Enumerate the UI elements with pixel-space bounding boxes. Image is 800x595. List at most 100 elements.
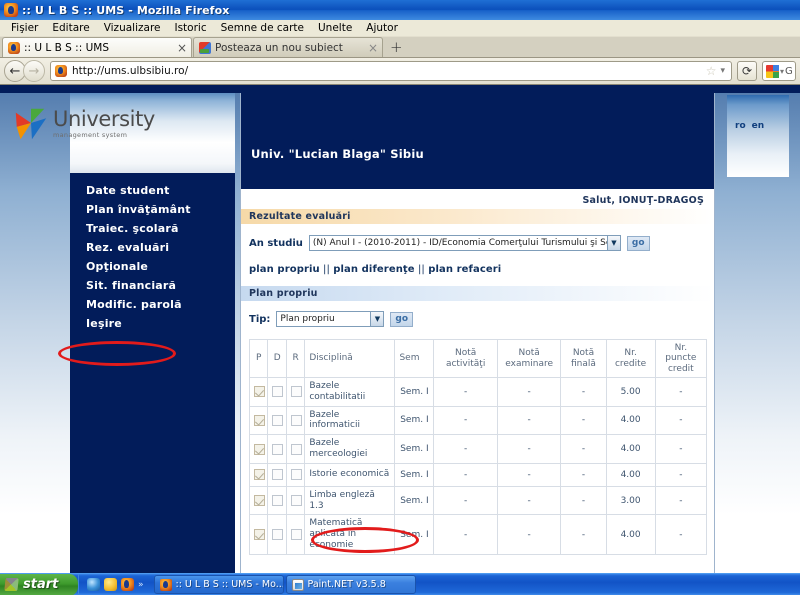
chevron-right-icon[interactable]: » (138, 580, 144, 590)
sidebar-item-sit-financiara[interactable]: Sit. financiară (70, 276, 235, 295)
menu-item-semne-de-carte[interactable]: Semne de carte (214, 21, 311, 35)
col-header-nota-examinare: Notă examinare (496, 338, 562, 379)
checkbox-r[interactable] (290, 443, 302, 455)
menu-item-vizualizare[interactable]: Vizualizare (97, 21, 168, 35)
cell-nr-credite: 3.00 (605, 485, 656, 516)
menu-item-unelte[interactable]: Unelte (311, 21, 359, 35)
table-row: Limba engleză 1.3 Sem. I - - -3.00- (248, 485, 708, 516)
smiley-icon[interactable] (104, 578, 117, 591)
table-row: Bazele informaticii Sem. I - - -4.00- (248, 405, 708, 436)
forward-arrow-icon[interactable]: → (23, 60, 45, 82)
checkbox-cell-p (248, 514, 269, 555)
col-header-nr-puncte-credit: Nr. puncte credit (654, 338, 708, 379)
col-header-nota-finala: Notă finală (560, 338, 607, 379)
table-header-row: P D R Disciplină Sem Notă activităţi Not… (248, 338, 708, 379)
checkbox-cell-r (285, 462, 306, 487)
cell-nr-credite: 4.00 (605, 462, 656, 487)
internet-explorer-icon[interactable] (87, 578, 100, 591)
sidebar-item-traiec-scolara[interactable]: Traiec. şcolară (70, 219, 235, 238)
tab-ulbs-ums[interactable]: :: U L B S :: UMS × (2, 37, 192, 57)
checkbox-p[interactable] (254, 414, 265, 426)
chevron-down-icon[interactable]: ▾ (780, 67, 784, 76)
checkbox-p[interactable] (254, 529, 265, 541)
tip-go-button[interactable]: go (390, 311, 414, 327)
checkbox-cell-p (248, 434, 269, 464)
cell-disciplina: Bazele contabilitatii (304, 377, 396, 407)
an-studiu-row: An studiu (N) Anul I - (2010-2011) - ID/… (241, 224, 714, 251)
checkbox-p[interactable] (254, 386, 265, 398)
chevron-down-icon[interactable]: ▼ (606, 236, 620, 250)
google-icon (766, 64, 779, 78)
taskbar-button-firefox[interactable]: :: U L B S :: UMS - Mo... (153, 575, 284, 594)
plan-links: plan propriu || plan diferenţe || plan r… (241, 251, 714, 286)
cell-nota-activitati: - (433, 514, 498, 555)
checkbox-d[interactable] (272, 414, 284, 426)
link-plan-diferente[interactable]: plan diferenţe (333, 264, 414, 275)
checkbox-d[interactable] (272, 495, 284, 507)
cell-nota-activitati: - (433, 405, 498, 436)
new-tab-button[interactable]: + (383, 37, 410, 57)
lang-link-ro[interactable]: ro (735, 121, 746, 131)
checkbox-cell-r (285, 405, 306, 436)
menu-item-ajutor[interactable]: Ajutor (359, 21, 405, 35)
cell-nota-activitati: - (433, 434, 498, 464)
col-header-d: D (267, 338, 287, 379)
taskbar-button-paintnet[interactable]: Paint.NET v3.5.8 (285, 575, 416, 594)
an-studiu-select[interactable]: (N) Anul I - (2010-2011) - ID/Economia C… (308, 235, 621, 251)
close-icon[interactable]: × (177, 42, 187, 54)
menubar: Fişier Editare Vizualizare Istoric Semne… (0, 20, 800, 37)
cell-nota-finala: - (560, 405, 607, 436)
tab-label: :: U L B S :: UMS (24, 41, 109, 54)
address-bar[interactable]: http://ums.ulbsibiu.ro/ ☆ ▾ (50, 61, 732, 81)
checkbox-r[interactable] (290, 529, 302, 541)
menu-item-editare[interactable]: Editare (45, 21, 96, 35)
checkbox-p[interactable] (254, 469, 265, 481)
sidebar-item-optionale[interactable]: Opţionale (70, 257, 235, 276)
checkbox-r[interactable] (290, 414, 302, 426)
language-links: ro en (735, 121, 770, 131)
checkbox-d[interactable] (272, 469, 284, 481)
chevron-down-icon[interactable]: ▼ (370, 312, 384, 326)
reload-icon[interactable]: ⟳ (737, 61, 757, 81)
menu-item-fisier[interactable]: Fişier (4, 21, 45, 35)
checkbox-d[interactable] (272, 386, 284, 398)
checkbox-r[interactable] (290, 495, 302, 507)
close-icon[interactable]: × (368, 42, 378, 54)
link-plan-propriu[interactable]: plan propriu (249, 264, 320, 275)
university-name: Univ. "Lucian Blaga" Sibiu (251, 147, 424, 161)
logo-title: University (53, 107, 155, 131)
cell-nr-puncte-credit: - (654, 434, 708, 464)
sidebar-item-modific-parola[interactable]: Modific. parolă (70, 295, 235, 314)
checkbox-r[interactable] (290, 386, 302, 398)
cell-nr-puncte-credit: - (654, 514, 708, 555)
checkbox-d[interactable] (272, 529, 284, 541)
logo-text: University management system (53, 107, 155, 140)
menu-item-istoric[interactable]: Istoric (167, 21, 213, 35)
firefox-icon[interactable] (121, 578, 134, 591)
search-input[interactable]: ▾ G (762, 61, 796, 81)
checkbox-p[interactable] (254, 495, 265, 507)
an-studiu-go-button[interactable]: go (626, 235, 650, 251)
cell-nota-examinare: - (496, 434, 562, 464)
forum-favicon-icon (199, 41, 211, 54)
sidebar-item-plan-invatamant[interactable]: Plan învăţământ (70, 200, 235, 219)
start-button[interactable]: start (0, 573, 78, 595)
checkbox-p[interactable] (254, 443, 265, 455)
cell-nota-examinare: - (496, 514, 562, 555)
checkbox-cell-p (248, 405, 269, 436)
sidebar-item-iesire[interactable]: Ieşire (70, 314, 235, 333)
bookmark-star-icon[interactable]: ☆ (706, 64, 719, 78)
cell-nota-examinare: - (496, 377, 562, 407)
tip-select[interactable]: Plan propriu ▼ (276, 311, 385, 327)
tab-posteaza-un-nou-subiect[interactable]: Posteaza un nou subiect × (193, 37, 383, 57)
cell-nota-examinare: - (496, 485, 562, 516)
checkbox-cell-p (248, 485, 269, 516)
checkbox-d[interactable] (272, 443, 284, 455)
sidebar-item-date-student[interactable]: Date student (70, 181, 235, 200)
sidebar-item-rez-evaluari[interactable]: Rez. evaluări (70, 238, 235, 257)
chevron-down-icon[interactable]: ▾ (718, 66, 727, 76)
lang-link-en[interactable]: en (752, 121, 765, 131)
university-pinwheel-icon (12, 105, 50, 143)
link-plan-refaceri[interactable]: plan refaceri (428, 264, 501, 275)
checkbox-r[interactable] (290, 469, 302, 481)
